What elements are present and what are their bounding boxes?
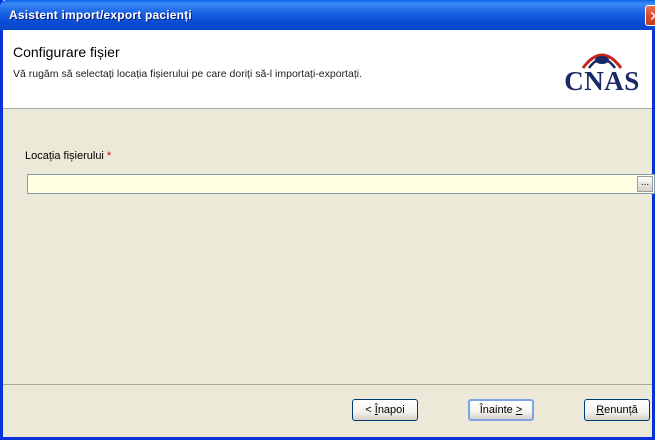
required-marker: * [106, 150, 112, 162]
wizard-content: Locația fișierului * ... [3, 110, 655, 384]
logo-text: CNAS [564, 66, 640, 96]
footer-divider [3, 384, 652, 385]
browse-button[interactable]: ... [637, 176, 653, 192]
file-location-label-text: Locația fișierului [25, 150, 104, 162]
wizard-header: Configurare fișier Vă rugăm să selectați… [3, 30, 652, 109]
file-location-input[interactable]: ... [27, 174, 655, 194]
page-title: Configurare fișier [13, 44, 120, 60]
next-label: Înainte [479, 404, 516, 416]
next-mnemonic: > [515, 404, 523, 416]
file-location-label: Locația fișierului * [25, 150, 111, 162]
back-button[interactable]: < Înapoi [352, 399, 418, 421]
window-title: Asistent import/export pacienți [9, 8, 192, 22]
next-button[interactable]: Înainte > [468, 399, 534, 421]
cancel-mnemonic: R [596, 404, 605, 416]
title-bar[interactable]: Asistent import/export pacienți ✕ [0, 0, 655, 30]
cancel-label: enunță [604, 404, 638, 416]
page-subtitle: Vă rugăm să selectați locația fișierului… [13, 68, 362, 80]
back-prefix: < [365, 404, 375, 416]
cancel-button[interactable]: Renunță [584, 399, 650, 421]
cnas-logo: CNAS [555, 38, 649, 104]
back-label: napoi [377, 404, 405, 416]
close-button[interactable]: ✕ [645, 5, 655, 26]
close-icon: ✕ [649, 8, 655, 24]
wizard-window: Asistent import/export pacienți ✕ Config… [0, 0, 655, 440]
